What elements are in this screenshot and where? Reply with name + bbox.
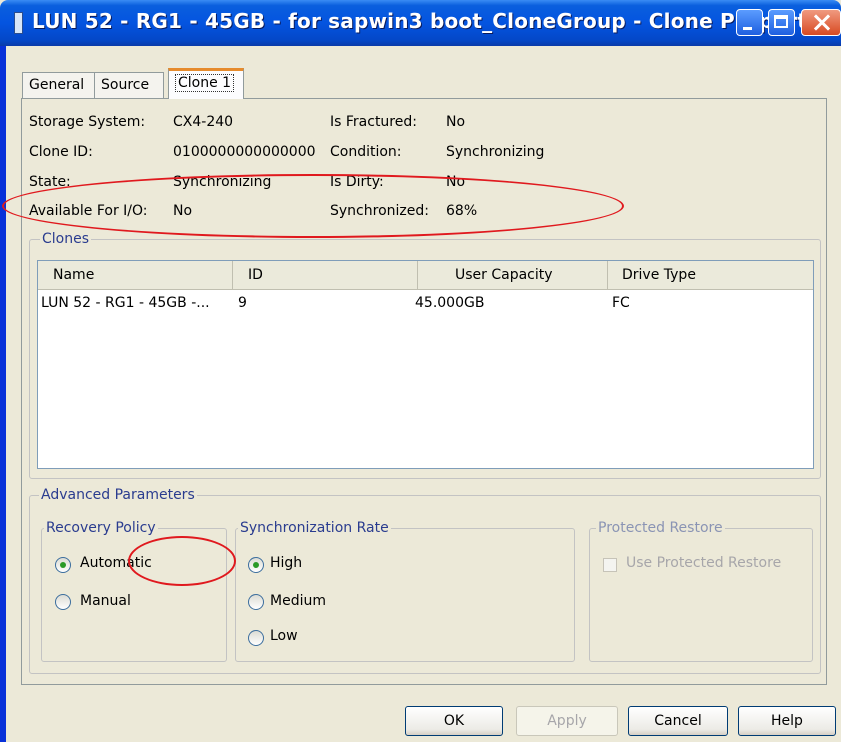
cancel-button[interactable]: Cancel <box>628 706 728 736</box>
manual-radio[interactable] <box>55 594 71 610</box>
tab-general[interactable]: General <box>22 72 95 98</box>
tab-clone-1-label: Clone 1 <box>175 74 235 92</box>
is-dirty-value: No <box>446 174 466 190</box>
automatic-radio-label[interactable]: Automatic <box>80 555 152 571</box>
available-io-value: No <box>173 203 193 219</box>
high-radio[interactable] <box>248 557 264 573</box>
window-title: LUN 52 - RG1 - 45GB - for sapwin3 boot_C… <box>32 9 831 33</box>
medium-radio[interactable] <box>248 594 264 610</box>
condition-value: Synchronizing <box>446 144 545 160</box>
state-value: Synchronizing <box>173 174 272 190</box>
maximize-button[interactable] <box>768 9 795 36</box>
column-header-user-capacity[interactable]: User Capacity <box>418 261 608 289</box>
medium-radio-label[interactable]: Medium <box>270 593 326 609</box>
manual-radio-label[interactable]: Manual <box>80 593 131 609</box>
low-radio-label[interactable]: Low <box>270 628 298 644</box>
storage-system-label: Storage System: <box>29 114 146 130</box>
clone-id-label: Clone ID: <box>29 144 93 160</box>
use-protected-restore-label[interactable]: Use Protected Restore <box>626 555 781 571</box>
synchronized-value: 68% <box>446 203 478 219</box>
synchronized-label: Synchronized: <box>330 203 429 219</box>
close-button[interactable] <box>801 9 841 36</box>
apply-button[interactable]: Apply <box>516 706 618 736</box>
title-bar[interactable]: LUN 52 - RG1 - 45GB - for sapwin3 boot_C… <box>0 0 841 46</box>
is-fractured-value: No <box>446 114 466 130</box>
tab-clone-1[interactable]: Clone 1 <box>168 68 244 99</box>
is-fractured-label: Is Fractured: <box>330 114 417 130</box>
protected-restore-group: Protected Restore <box>589 520 813 662</box>
low-radio[interactable] <box>248 630 264 646</box>
cell-id: 9 <box>238 295 247 311</box>
ok-button[interactable]: OK <box>405 706 503 736</box>
high-radio-label[interactable]: High <box>270 555 302 571</box>
window-border <box>0 46 6 742</box>
cell-name: LUN 52 - RG1 - 45GB -... <box>41 295 210 311</box>
minimize-button[interactable] <box>736 9 763 36</box>
clone-id-value: 0100000000000000 <box>173 144 316 160</box>
cell-user-capacity: 45.000GB <box>415 295 485 311</box>
state-label: State: <box>29 174 71 190</box>
recovery-policy-legend: Recovery Policy <box>44 520 158 536</box>
cell-drive-type: FC <box>612 295 630 311</box>
clones-legend: Clones <box>40 231 92 247</box>
column-header-name[interactable]: Name <box>38 261 233 289</box>
available-io-label: Available For I/O: <box>29 203 148 219</box>
clone-properties-window: LUN 52 - RG1 - 45GB - for sapwin3 boot_C… <box>0 0 841 742</box>
use-protected-restore-checkbox[interactable] <box>603 558 617 572</box>
storage-system-value: CX4-240 <box>173 114 234 130</box>
column-header-id[interactable]: ID <box>233 261 418 289</box>
help-button[interactable]: Help <box>738 706 836 736</box>
automatic-radio[interactable] <box>55 557 71 573</box>
clones-table[interactable]: Name ID User Capacity Drive Type LUN 52 … <box>37 260 814 469</box>
advanced-parameters-legend: Advanced Parameters <box>39 487 197 503</box>
column-header-drive-type[interactable]: Drive Type <box>608 261 813 289</box>
is-dirty-label: Is Dirty: <box>330 174 384 190</box>
protected-restore-legend: Protected Restore <box>596 520 725 536</box>
table-header: Name ID User Capacity Drive Type <box>38 261 813 290</box>
synchronization-rate-legend: Synchronization Rate <box>238 520 391 536</box>
condition-label: Condition: <box>330 144 402 160</box>
tab-source[interactable]: Source <box>94 72 164 98</box>
recovery-policy-group: Recovery Policy <box>41 520 227 662</box>
window-icon <box>14 12 23 34</box>
